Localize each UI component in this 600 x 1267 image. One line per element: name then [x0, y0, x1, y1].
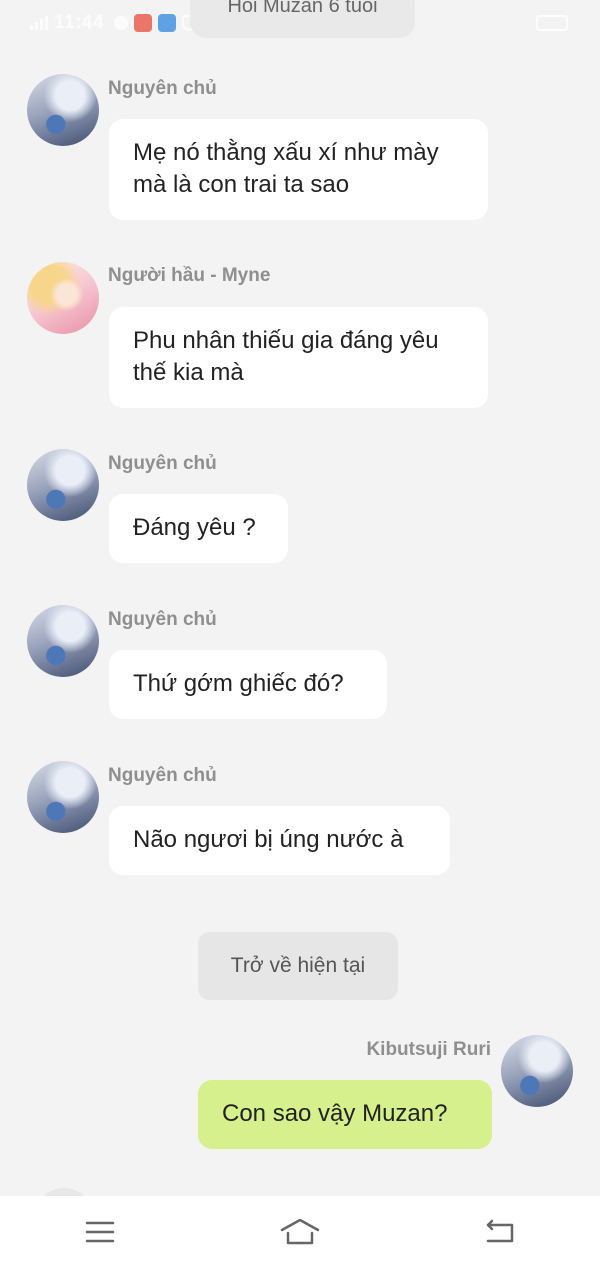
app-notification-icon: [158, 14, 177, 32]
battery-icon: [536, 15, 568, 31]
status-time: 11:44: [54, 12, 105, 33]
avatar[interactable]: [27, 605, 99, 677]
avatar[interactable]: [27, 449, 99, 521]
sender-name: Nguyên chủ: [108, 453, 217, 474]
back-icon: [486, 1219, 514, 1242]
signal-icon: [30, 16, 48, 30]
avatar[interactable]: [501, 1035, 573, 1107]
message-bubble: Mẹ nó thằng xấu xí như mày mà là con tra…: [109, 119, 488, 220]
message-bubble: Não ngươi bị úng nước à: [109, 806, 450, 875]
sender-name: Nguyên chủ: [108, 609, 217, 630]
sender-name: Người hầu - Myne: [108, 265, 271, 286]
menu-icon: [85, 1221, 115, 1242]
sender-name: Kibutsuji Ruri: [366, 1039, 491, 1060]
message-bubble: Đáng yêu ?: [109, 494, 288, 563]
return-to-present-button[interactable]: Trở về hiện tại: [198, 932, 398, 1000]
home-icon: [280, 1218, 320, 1244]
message-bubble: Con sao vậy Muzan?: [198, 1080, 492, 1149]
navigation-bar: [0, 1196, 600, 1267]
back-button[interactable]: [460, 1202, 540, 1262]
avatar[interactable]: [27, 761, 99, 833]
sender-name: Nguyên chủ: [108, 765, 217, 786]
notification-icons: [114, 14, 197, 32]
menu-button[interactable]: [60, 1202, 140, 1262]
home-button[interactable]: [260, 1202, 340, 1262]
avatar[interactable]: [27, 262, 99, 334]
app-notification-icon: [134, 14, 153, 32]
story-title: Hồi Muzan 6 tuổi: [190, 0, 415, 38]
chat-notification-icon: [114, 16, 129, 30]
message-bubble: Phu nhân thiếu gia đáng yêu thế kia mà: [109, 307, 488, 408]
sender-name: Nguyên chủ: [108, 78, 217, 99]
avatar[interactable]: [27, 74, 99, 146]
message-bubble: Thứ gớm ghiếc đó?: [109, 650, 387, 719]
